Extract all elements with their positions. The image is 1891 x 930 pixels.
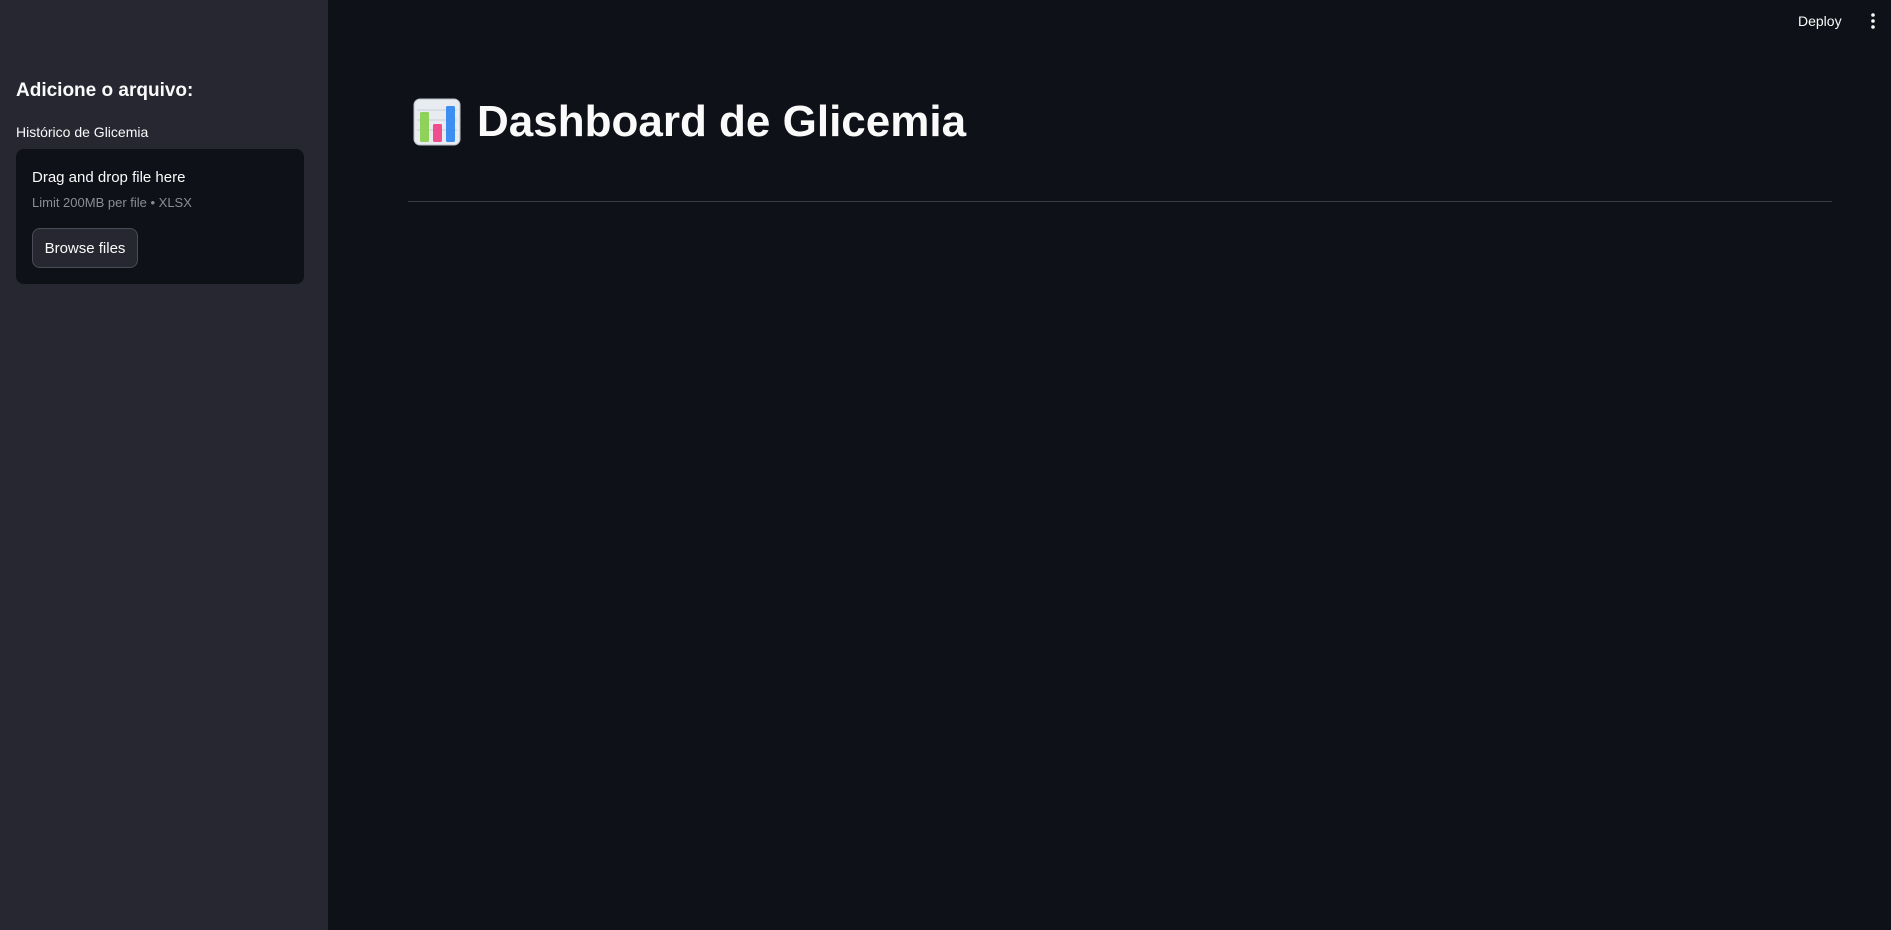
deploy-button[interactable]: Deploy	[1794, 10, 1846, 32]
dropzone-instructions: Drag and drop file here	[32, 169, 186, 186]
file-uploader-label: Histórico de Glicemia	[16, 124, 149, 140]
bar-chart-emoji-icon	[413, 98, 461, 146]
app-window: Adicione o arquivo: Histórico de Glicemi…	[0, 0, 1891, 930]
file-dropzone[interactable]: Drag and drop file here Limit 200MB per …	[16, 149, 304, 284]
more-vertical-icon[interactable]	[1866, 11, 1880, 31]
title-divider	[408, 201, 1832, 202]
dropzone-limit-text: Limit 200MB per file • XLSX	[32, 195, 192, 210]
sidebar: Adicione o arquivo: Histórico de Glicemi…	[0, 0, 328, 930]
page-title-text: Dashboard de Glicemia	[477, 97, 967, 146]
sidebar-heading: Adicione o arquivo:	[16, 80, 194, 101]
page-title: Dashboard de Glicemia	[413, 98, 966, 146]
browse-files-button[interactable]: Browse files	[32, 228, 138, 268]
